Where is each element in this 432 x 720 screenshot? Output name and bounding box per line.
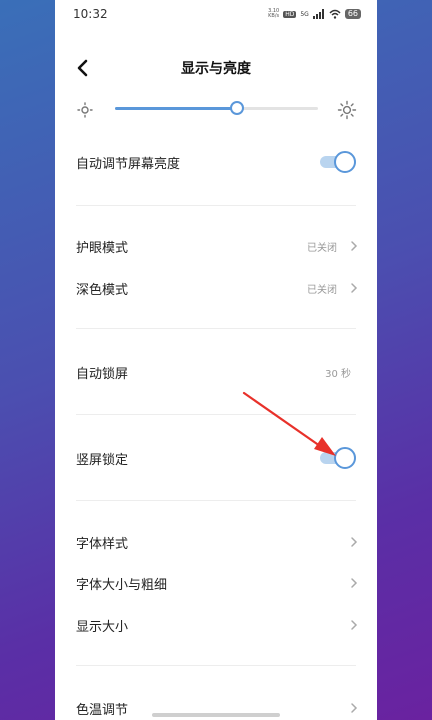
auto-brightness-label: 自动调节屏幕亮度: [76, 157, 181, 172]
eye-care-row[interactable]: 护眼模式 已关闭: [55, 226, 377, 266]
chevron-right-icon: [351, 537, 358, 547]
battery-icon: 66: [344, 9, 361, 19]
network-type: 5G: [300, 10, 309, 18]
chevron-right-icon: [351, 283, 358, 293]
dark-mode-status: 已关闭: [307, 285, 337, 296]
auto-lock-row[interactable]: 自动锁屏 30 秒: [55, 352, 377, 392]
display-size-row[interactable]: 显示大小: [55, 605, 377, 645]
chevron-right-icon: [351, 241, 358, 251]
low-brightness-icon: [77, 102, 93, 118]
divider: [76, 328, 356, 329]
status-bar: 10:32 3.10 KB/s HD 5G 66: [55, 0, 377, 30]
signal-icon: [312, 9, 324, 19]
dark-mode-label: 深色模式: [76, 283, 129, 298]
brightness-slider-row: [55, 96, 377, 124]
auto-brightness-row[interactable]: 自动调节屏幕亮度: [55, 142, 377, 182]
brightness-thumb[interactable]: [229, 101, 244, 115]
status-icons: 3.10 KB/s HD 5G 66: [268, 9, 361, 19]
home-indicator[interactable]: [152, 713, 280, 717]
auto-lock-label: 自动锁屏: [76, 367, 129, 382]
portrait-lock-row[interactable]: 竖屏锁定: [55, 438, 377, 478]
divider: [76, 665, 356, 666]
eye-care-status: 已关闭: [307, 243, 337, 254]
eye-care-label: 护眼模式: [76, 241, 129, 256]
font-size-label: 字体大小与粗细: [76, 578, 168, 593]
hd-badge: HD: [283, 10, 297, 18]
phone-screen: 10:32 3.10 KB/s HD 5G 66 显示与亮度 自动调节屏幕亮度 …: [55, 0, 377, 720]
portrait-lock-label: 竖屏锁定: [76, 453, 129, 468]
high-brightness-icon: [337, 100, 357, 120]
font-size-row[interactable]: 字体大小与粗细: [55, 563, 377, 603]
auto-lock-value: 30 秒: [325, 369, 351, 380]
chevron-right-icon: [351, 703, 358, 713]
color-temp-label: 色温调节: [76, 703, 129, 718]
chevron-right-icon: [351, 578, 358, 588]
brightness-slider[interactable]: [115, 101, 318, 115]
network-speed: 3.10 KB/s: [268, 8, 280, 19]
font-style-row[interactable]: 字体样式: [55, 522, 377, 562]
page-title: 显示与亮度: [181, 61, 251, 77]
brightness-fill: [115, 107, 237, 110]
display-size-label: 显示大小: [76, 620, 129, 635]
chevron-right-icon: [351, 620, 358, 630]
divider: [76, 500, 356, 501]
divider: [76, 205, 356, 206]
dark-mode-row[interactable]: 深色模式 已关闭: [55, 268, 377, 308]
portrait-lock-toggle[interactable]: [320, 447, 356, 469]
wifi-icon: [329, 9, 341, 19]
page-header: 显示与亮度: [55, 48, 377, 88]
auto-brightness-toggle[interactable]: [320, 151, 356, 173]
font-style-label: 字体样式: [76, 537, 129, 552]
status-time: 10:32: [73, 7, 108, 21]
divider: [76, 414, 356, 415]
